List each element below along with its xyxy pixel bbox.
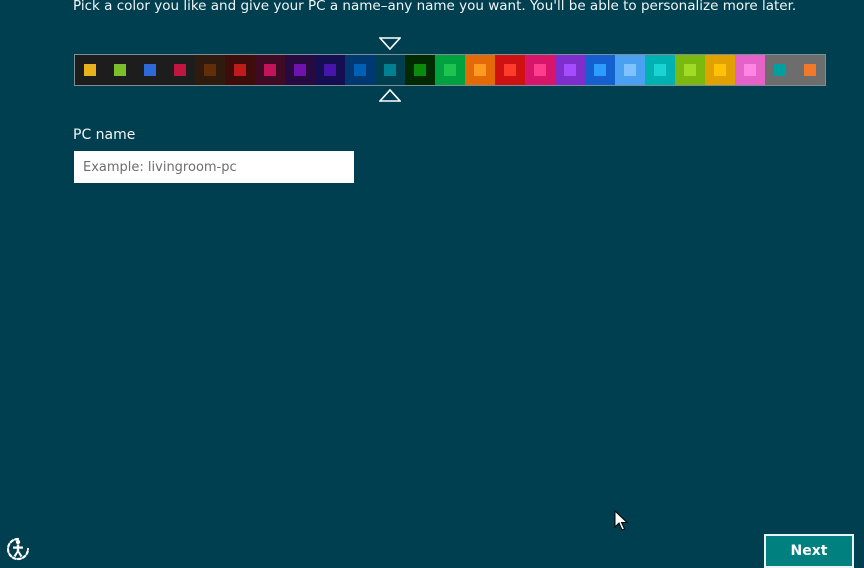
color-swatch-chip [324,64,336,76]
selected-color-marker-bottom [379,88,401,102]
color-swatch[interactable] [315,55,345,85]
color-swatch-selected[interactable] [375,55,405,85]
color-swatch-chip [684,64,696,76]
color-swatch-chip [204,64,216,76]
color-swatch[interactable] [495,55,525,85]
pc-name-input[interactable] [74,151,354,183]
color-swatch-chip [714,64,726,76]
color-swatch[interactable] [675,55,705,85]
pc-name-label: PC name [73,127,136,143]
color-swatch[interactable] [405,55,435,85]
color-swatch[interactable] [345,55,375,85]
color-swatch-chip [804,64,816,76]
selected-color-marker-top [379,37,401,51]
instruction-text: Pick a color you like and give your PC a… [73,0,797,14]
color-swatch-chip [84,64,96,76]
ease-of-access-icon[interactable] [5,536,31,562]
color-swatch[interactable] [255,55,285,85]
color-swatch[interactable] [615,55,645,85]
next-button[interactable]: Next [764,534,854,568]
color-swatch-chip [774,64,786,76]
color-swatch-chip [144,64,156,76]
color-swatch[interactable] [435,55,465,85]
color-swatch[interactable] [285,55,315,85]
color-swatch[interactable] [225,55,255,85]
color-swatch-chip [624,64,636,76]
color-swatch-chip [564,64,576,76]
color-swatch[interactable] [645,55,675,85]
color-swatch-chip [114,64,126,76]
color-swatch[interactable] [75,55,105,85]
color-swatch-chip [654,64,666,76]
color-swatch[interactable] [795,55,825,85]
color-swatch-chip [474,64,486,76]
color-swatch[interactable] [735,55,765,85]
color-swatch-chip [534,64,546,76]
color-swatch-chip [414,64,426,76]
color-swatch-chip [504,64,516,76]
color-swatch[interactable] [105,55,135,85]
color-swatch-chip [264,64,276,76]
color-swatch-chip [594,64,606,76]
color-swatch[interactable] [585,55,615,85]
color-swatch[interactable] [165,55,195,85]
color-swatch-chip [444,64,456,76]
color-swatch[interactable] [465,55,495,85]
color-palette [74,54,826,86]
color-swatch[interactable] [705,55,735,85]
color-swatch-chip [384,64,396,76]
mouse-pointer-icon [614,510,628,531]
color-swatch[interactable] [525,55,555,85]
color-swatch[interactable] [555,55,585,85]
color-swatch-chip [294,64,306,76]
color-swatch-chip [354,64,366,76]
color-swatch-chip [744,64,756,76]
color-swatch[interactable] [195,55,225,85]
color-swatch-chip [174,64,186,76]
color-swatch[interactable] [765,55,795,85]
color-swatch-chip [234,64,246,76]
color-swatch[interactable] [135,55,165,85]
